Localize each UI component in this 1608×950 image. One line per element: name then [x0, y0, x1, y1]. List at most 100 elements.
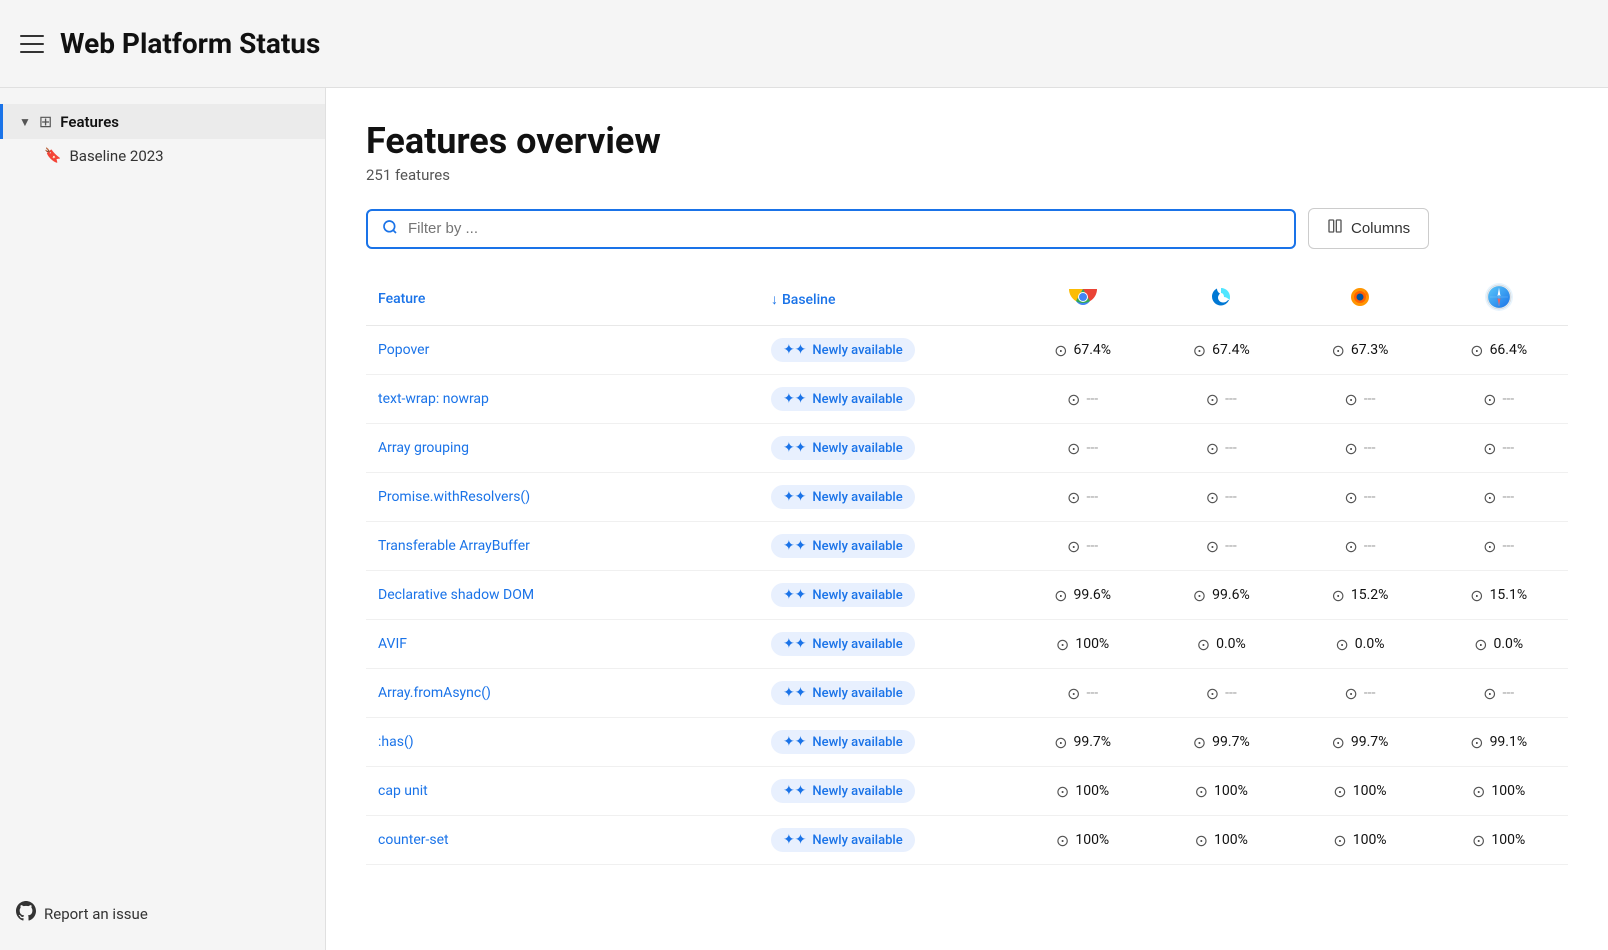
browser-value: 0.0% [1494, 636, 1524, 652]
sidebar-item-baseline[interactable]: 🔖 Baseline 2023 [0, 139, 325, 173]
feature-link[interactable]: :has() [378, 734, 414, 750]
baseline-badge: ✦✦ Newly available [771, 583, 915, 607]
sidebar-baseline-label: Baseline 2023 [69, 147, 163, 165]
baseline-badge: ✦✦ Newly available [771, 338, 915, 362]
feature-link[interactable]: AVIF [378, 636, 407, 652]
browser-value: --- [1225, 391, 1237, 407]
check-circle-icon: ⊙ [1472, 831, 1485, 850]
browser-cell: ⊙ --- [1152, 424, 1291, 473]
feature-link[interactable]: text-wrap: nowrap [378, 391, 489, 407]
browser-value: --- [1086, 538, 1098, 554]
feature-link[interactable]: Popover [378, 342, 429, 358]
browser-cell: ⊙ --- [1013, 375, 1152, 424]
sort-arrow-icon: ↓ [771, 292, 778, 308]
sparkle-icon: ✦✦ [783, 440, 806, 456]
baseline-badge: ✦✦ Newly available [771, 387, 915, 411]
browser-cell: ⊙ --- [1429, 669, 1568, 718]
browser-value: --- [1364, 538, 1376, 554]
baseline-badge: ✦✦ Newly available [771, 779, 915, 803]
table-row: Array.fromAsync() ✦✦ Newly available ⊙ -… [366, 669, 1568, 718]
browser-cell: ⊙ 100% [1013, 816, 1152, 865]
browser-value: 100% [1491, 832, 1525, 848]
th-feature[interactable]: Feature [366, 273, 759, 326]
check-circle-icon: ⊙ [1193, 341, 1206, 360]
hamburger-icon[interactable] [20, 35, 44, 53]
baseline-badge: ✦✦ Newly available [771, 485, 915, 509]
browser-cell: ⊙ --- [1013, 522, 1152, 571]
browser-value: 0.0% [1355, 636, 1385, 652]
table-row: text-wrap: nowrap ✦✦ Newly available ⊙ -… [366, 375, 1568, 424]
baseline-badge: ✦✦ Newly available [771, 632, 915, 656]
browser-cell: ⊙ 67.4% [1013, 326, 1152, 375]
check-circle-icon: ⊙ [1483, 439, 1496, 458]
table-row: :has() ✦✦ Newly available ⊙ 99.7% ⊙ 99.7… [366, 718, 1568, 767]
filter-input[interactable] [408, 220, 1280, 237]
browser-value: 99.6% [1212, 587, 1250, 603]
check-circle-icon: ⊙ [1193, 733, 1206, 752]
baseline-badge: ✦✦ Newly available [771, 681, 915, 705]
feature-link[interactable]: Declarative shadow DOM [378, 587, 534, 603]
feature-link[interactable]: Array grouping [378, 440, 469, 456]
browser-cell: ⊙ 66.4% [1429, 326, 1568, 375]
check-circle-icon: ⊙ [1344, 684, 1357, 703]
browser-value: 15.1% [1490, 587, 1528, 603]
feature-link[interactable]: Promise.withResolvers() [378, 489, 530, 505]
browser-value: 15.2% [1351, 587, 1389, 603]
browser-cell: ⊙ --- [1152, 522, 1291, 571]
baseline-label: Newly available [812, 392, 902, 407]
bookmark-icon: 🔖 [44, 148, 61, 164]
check-circle-icon: ⊙ [1067, 684, 1080, 703]
sparkle-icon: ✦✦ [783, 636, 806, 652]
baseline-badge: ✦✦ Newly available [771, 436, 915, 460]
feature-name-cell: Transferable ArrayBuffer [366, 522, 759, 571]
feature-name-cell: Popover [366, 326, 759, 375]
main-layout: ▼ ⊞ Features 🔖 Baseline 2023 Report an i… [0, 88, 1608, 950]
baseline-label: Newly available [812, 588, 902, 603]
feature-link[interactable]: Transferable ArrayBuffer [378, 538, 530, 554]
check-circle-icon: ⊙ [1344, 390, 1357, 409]
check-circle-icon: ⊙ [1195, 782, 1208, 801]
check-circle-icon: ⊙ [1470, 586, 1483, 605]
check-circle-icon: ⊙ [1483, 390, 1496, 409]
th-baseline[interactable]: ↓Baseline [759, 273, 1013, 326]
browser-value: 67.3% [1351, 342, 1389, 358]
baseline-label: Newly available [812, 784, 902, 799]
feature-count: 251 features [366, 166, 1568, 184]
baseline-cell: ✦✦ Newly available [759, 473, 1013, 522]
baseline-cell: ✦✦ Newly available [759, 571, 1013, 620]
th-chrome [1013, 273, 1152, 326]
browser-cell: ⊙ 99.7% [1152, 718, 1291, 767]
feature-link[interactable]: Array.fromAsync() [378, 685, 491, 701]
browser-value: 67.4% [1073, 342, 1111, 358]
check-circle-icon: ⊙ [1067, 439, 1080, 458]
browser-value: --- [1503, 489, 1515, 505]
feature-link[interactable]: counter-set [378, 832, 449, 848]
chevron-down-icon: ▼ [19, 115, 31, 129]
sparkle-icon: ✦✦ [783, 734, 806, 750]
browser-cell: ⊙ 100% [1013, 620, 1152, 669]
table-row: Transferable ArrayBuffer ✦✦ Newly availa… [366, 522, 1568, 571]
check-circle-icon: ⊙ [1470, 733, 1483, 752]
sparkle-icon: ✦✦ [783, 587, 806, 603]
browser-cell: ⊙ --- [1291, 473, 1430, 522]
browser-value: 100% [1075, 832, 1109, 848]
check-circle-icon: ⊙ [1197, 635, 1210, 654]
browser-value: --- [1086, 489, 1098, 505]
browser-value: --- [1503, 440, 1515, 456]
baseline-cell: ✦✦ Newly available [759, 326, 1013, 375]
feature-name-cell: counter-set [366, 816, 759, 865]
browser-cell: ⊙ 100% [1429, 816, 1568, 865]
check-circle-icon: ⊙ [1333, 831, 1346, 850]
browser-cell: ⊙ 100% [1152, 816, 1291, 865]
feature-link[interactable]: cap unit [378, 783, 428, 799]
sidebar-item-report[interactable]: Report an issue [0, 893, 325, 934]
columns-button[interactable]: Columns [1308, 208, 1429, 249]
browser-value: --- [1503, 538, 1515, 554]
features-table: Feature ↓Baseline [366, 273, 1568, 865]
browser-value: 67.4% [1212, 342, 1250, 358]
check-circle-icon: ⊙ [1206, 439, 1219, 458]
sidebar-item-features[interactable]: ▼ ⊞ Features [0, 104, 325, 139]
browser-value: 99.7% [1212, 734, 1250, 750]
check-circle-icon: ⊙ [1056, 782, 1069, 801]
baseline-badge: ✦✦ Newly available [771, 730, 915, 754]
